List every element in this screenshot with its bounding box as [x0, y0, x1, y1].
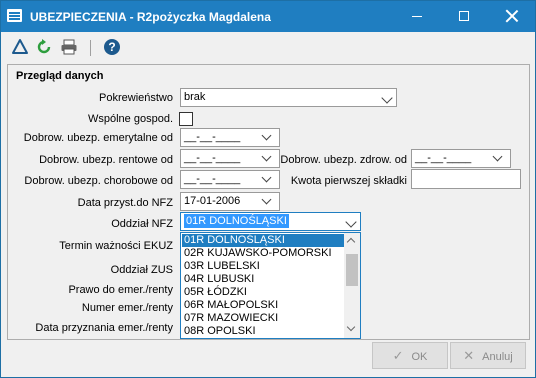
dropdown-option[interactable]: 05R ŁÓDZKI	[182, 286, 346, 299]
dropdown-option[interactable]: 02R KUJAWSKO-POMORSKI	[182, 247, 346, 260]
dropdown-option[interactable]: 03R LUBELSKI	[182, 260, 346, 273]
maximize-icon	[459, 11, 469, 21]
ok-label: OK	[411, 351, 428, 363]
nfz-branch-value: 01R DOLNOŚLĄSKI	[184, 214, 289, 228]
dialog-window: UBEZPIECZENIA - R2pożyczka Magdalena ? P…	[0, 0, 536, 378]
nfz-join-date[interactable]: 17-01-2006	[180, 192, 280, 211]
help-icon[interactable]: ?	[103, 38, 121, 56]
sickness-insurance-date[interactable]: __-__-____	[180, 170, 280, 189]
maximize-button[interactable]	[441, 1, 487, 32]
kinship-label: Pokrewieństwo	[99, 92, 173, 104]
pension-number-label: Numer emer./renty	[81, 302, 173, 314]
sickness-insurance-label: Dobrow. ubezp. chorobowe od	[24, 175, 173, 187]
print-icon[interactable]	[60, 38, 78, 56]
title-bar[interactable]: UBEZPIECZENIA - R2pożyczka Magdalena	[1, 1, 535, 32]
scroll-down-arrow-icon[interactable]	[346, 322, 356, 332]
first-premium-input[interactable]	[411, 169, 521, 189]
scroll-up-arrow-icon[interactable]	[346, 237, 356, 247]
nfz-branch-label: Oddział NFZ	[111, 218, 173, 230]
toolbar: ?	[1, 32, 535, 62]
check-icon: ✓	[392, 348, 404, 363]
nfz-join-date-value: 17-01-2006	[184, 195, 241, 207]
toolbar-separator	[90, 40, 91, 56]
close-icon	[506, 10, 518, 22]
pension-insurance-date[interactable]: __-__-____	[180, 128, 280, 147]
chevron-down-icon	[381, 92, 393, 104]
nfz-join-date-label: Data przyst.do NFZ	[77, 197, 173, 209]
cancel-x-icon: ✕	[463, 348, 475, 363]
disability-insurance-date[interactable]: __-__-____	[180, 149, 280, 168]
nfz-branch-select[interactable]: 01R DOLNOŚLĄSKI	[180, 212, 361, 231]
cancel-label: Anuluj	[482, 351, 513, 363]
cancel-button[interactable]: ✕ Anuluj	[450, 342, 526, 369]
chevron-down-icon	[261, 151, 272, 162]
panel-title: Przegląd danych	[16, 70, 104, 82]
pension-grant-date-label: Data przyznania emer./renty	[35, 322, 173, 334]
pension-right-label: Prawo do emer./renty	[68, 284, 173, 296]
dropdown-option[interactable]: 07R MAZOWIECKI	[182, 312, 346, 325]
ok-button[interactable]: ✓ OK	[372, 342, 448, 369]
pension-insurance-value: __-__-____	[184, 131, 241, 143]
window-title: UBEZPIECZENIA - R2pożyczka Magdalena	[30, 10, 271, 24]
sickness-insurance-value: __-__-____	[184, 173, 241, 185]
chevron-down-icon	[261, 130, 272, 141]
scroll-thumb[interactable]	[346, 254, 358, 286]
chevron-down-icon	[261, 172, 272, 183]
minimize-icon	[412, 16, 422, 17]
health-insurance-date[interactable]: __-__-____	[411, 149, 511, 168]
shared-household-label: Wspólne gospod.	[88, 113, 173, 125]
warning-triangle-icon[interactable]	[11, 38, 29, 56]
dropdown-option[interactable]: 08R OPOLSKI	[182, 325, 346, 338]
close-button[interactable]	[489, 1, 535, 32]
chevron-down-icon	[261, 194, 272, 205]
refresh-icon[interactable]	[35, 38, 53, 56]
zus-branch-label: Oddział ZUS	[110, 264, 173, 276]
shared-household-checkbox[interactable]	[179, 112, 193, 126]
kinship-select[interactable]: brak	[180, 88, 397, 107]
ekuz-expiry-label: Termin ważności EKUZ	[59, 240, 173, 252]
dropdown-option[interactable]: 01R DOLNOŚLĄSKI	[182, 234, 346, 247]
disability-insurance-value: __-__-____	[184, 152, 241, 164]
pension-insurance-label: Dobrow. ubezp. emerytalne od	[23, 132, 173, 144]
first-premium-label: Kwota pierwszej składki	[290, 175, 407, 187]
app-icon	[7, 9, 22, 22]
dropdown-option[interactable]: 04R LUBUSKI	[182, 273, 346, 286]
disability-insurance-label: Dobrow. ubezp. rentowe od	[39, 154, 173, 166]
minimize-button[interactable]	[394, 1, 440, 32]
health-insurance-value: __-__-____	[415, 152, 472, 164]
dropdown-scrollbar[interactable]	[344, 233, 360, 338]
nfz-branch-dropdown[interactable]: 01R DOLNOŚLĄSKI 02R KUJAWSKO-POMORSKI 03R …	[180, 232, 361, 339]
kinship-value: brak	[184, 91, 206, 103]
dropdown-option[interactable]: 06R MAŁOPOLSKI	[182, 299, 346, 312]
svg-text:?: ?	[108, 40, 115, 54]
chevron-down-icon	[345, 216, 357, 228]
health-insurance-label: Dobrow. ubezp. zdrow. od	[280, 154, 407, 166]
chevron-down-icon	[492, 151, 503, 162]
